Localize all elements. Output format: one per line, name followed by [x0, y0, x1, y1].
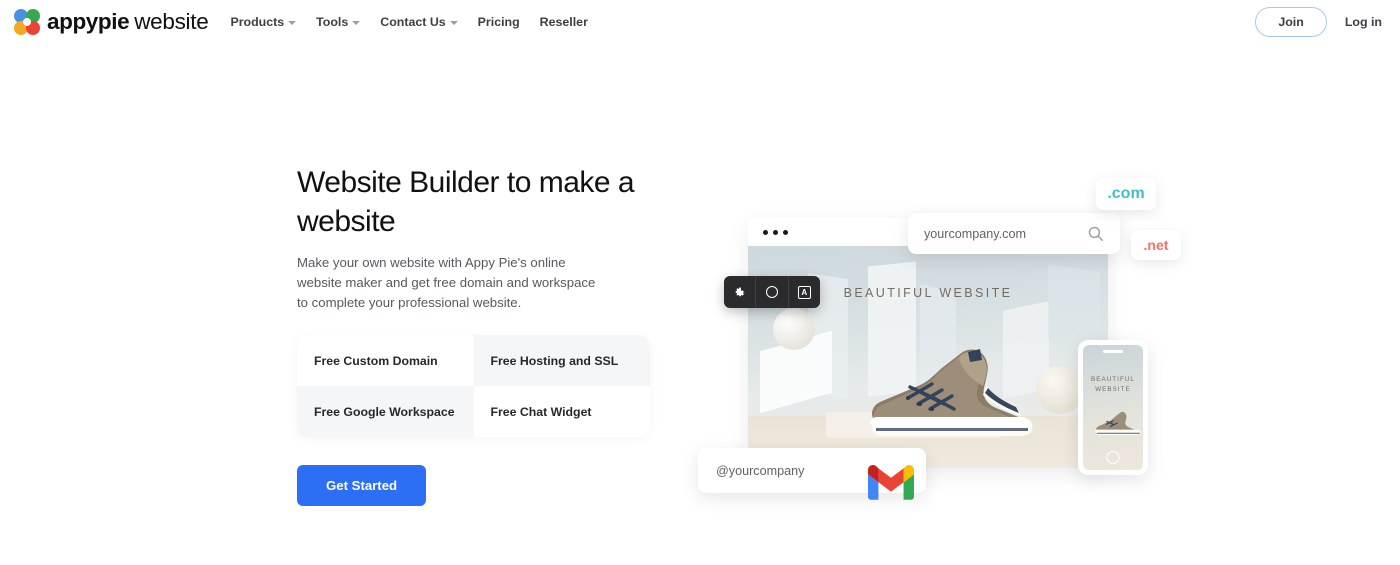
site-header: appypie website Products Tools Contact U… [0, 0, 1400, 44]
text-box-icon: A [797, 285, 811, 299]
feature-item-hosting-ssl: Free Hosting and SSL [473, 335, 650, 386]
hero-copy: Website Builder to make a website Make y… [297, 163, 667, 506]
gmail-logo [868, 465, 914, 500]
page-root: appypie website Products Tools Contact U… [0, 0, 1400, 565]
nav-item-reseller[interactable]: Reseller [540, 15, 588, 29]
domain-chip-com: .com [1096, 178, 1156, 210]
phone-mockup: BEAUTIFUL WEBSITE [1078, 340, 1148, 475]
hero-illustration: BEAUTIFUL WEBSITE A yourcompany.com .com… [690, 160, 1190, 530]
domain-chip-net: .net [1131, 230, 1181, 260]
chevron-down-icon [352, 21, 361, 25]
chevron-down-icon [449, 21, 458, 25]
feature-grid: Free Custom Domain Free Hosting and SSL … [297, 335, 650, 437]
nav-item-tools[interactable]: Tools [316, 15, 361, 29]
email-handle-value: @yourcompany [716, 463, 805, 478]
logo-center-hole [23, 18, 31, 26]
hero-subcopy: Make your own website with Appy Pie's on… [297, 255, 596, 310]
phone-screen: BEAUTIFUL WEBSITE [1083, 345, 1143, 470]
feature-item-google-workspace: Free Google Workspace [297, 386, 474, 437]
toolbar-gear-button[interactable] [724, 276, 755, 308]
nav-item-products[interactable]: Products [230, 15, 297, 29]
window-dot-icon [783, 229, 788, 235]
login-link[interactable]: Log in [1345, 15, 1382, 29]
toolbar-shape-button[interactable] [756, 276, 787, 308]
toolbar-text-button[interactable]: A [789, 276, 820, 308]
header-actions: Join Log in [1255, 0, 1382, 44]
main-nav: Products Tools Contact Us Pricing Resell… [230, 15, 587, 29]
gear-icon [735, 286, 745, 296]
nav-item-pricing[interactable]: Pricing [478, 15, 520, 29]
product-shoe-image [869, 349, 1033, 436]
nav-item-contact-us[interactable]: Contact Us [380, 15, 458, 29]
brand-logo[interactable]: appypie website [14, 8, 209, 35]
nav-label: Products [230, 15, 285, 29]
nav-label: Pricing [477, 15, 520, 29]
brand-name: appypie [47, 8, 130, 34]
join-button[interactable]: Join [1255, 7, 1327, 37]
phone-site-heading: BEAUTIFUL WEBSITE [1091, 376, 1135, 393]
feature-item-chat-widget: Free Chat Widget [473, 386, 650, 437]
domain-search-bar[interactable]: yourcompany.com [908, 213, 1120, 254]
phone-product-shoe-image [1094, 411, 1142, 436]
phone-home-button [1106, 451, 1120, 464]
circle-icon [765, 286, 778, 298]
phone-speaker [1103, 350, 1123, 353]
backdrop-sphere [773, 308, 815, 350]
brand-suffix: website [134, 8, 209, 34]
chevron-down-icon [288, 21, 297, 25]
nav-label: Tools [316, 15, 349, 29]
nav-label: Contact Us [380, 15, 446, 29]
browser-window-mockup: BEAUTIFUL WEBSITE [748, 218, 1108, 468]
get-started-button[interactable]: Get Started [297, 465, 427, 506]
window-dot-icon [773, 229, 778, 235]
backdrop-block [1048, 264, 1100, 346]
appypie-flower-logo [14, 9, 40, 35]
nav-label: Reseller [539, 15, 588, 29]
window-dot-icon [763, 229, 768, 235]
editor-toolbar-widget: A [724, 276, 820, 308]
magnifier-icon [1088, 226, 1103, 241]
feature-item-custom-domain: Free Custom Domain [297, 335, 474, 386]
domain-search-input[interactable]: yourcompany.com [924, 227, 1087, 241]
page-title: Website Builder to make a website [297, 166, 635, 238]
